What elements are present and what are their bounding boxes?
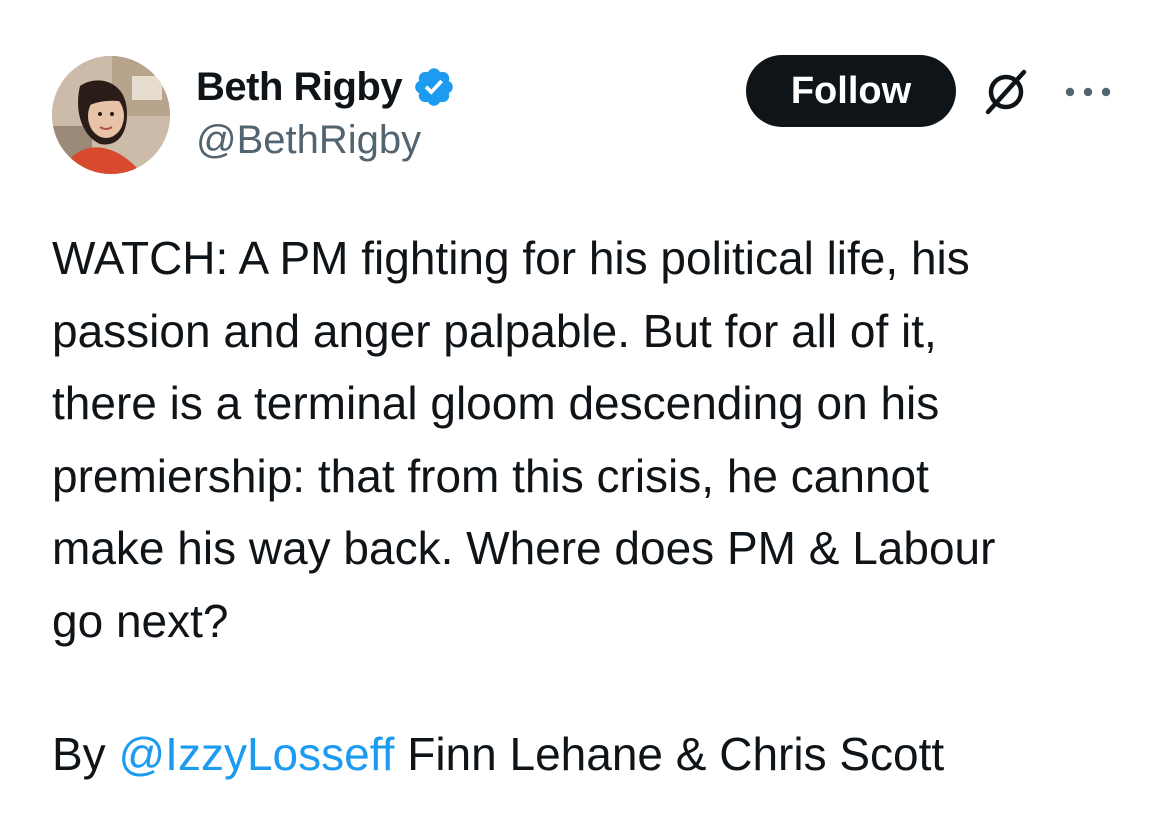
tweet-card: Beth Rigby @BethRigby Follow WATCH: A PM… [0,0,1170,822]
author-handle[interactable]: @BethRigby [196,118,421,163]
author-display-name[interactable]: Beth Rigby [196,65,403,110]
grok-icon[interactable] [978,64,1034,120]
byline-prefix: By [52,728,119,780]
avatar-photo [52,56,170,174]
follow-button[interactable]: Follow [746,55,956,127]
author-name-row: Beth Rigby [196,60,456,114]
mention-link[interactable]: @IzzyLosseff [118,728,394,780]
more-options-icon[interactable] [1060,76,1116,108]
tweet-byline: By @IzzyLosseff Finn Lehane & Chris Scot… [52,718,944,790]
byline-suffix: Finn Lehane & Chris Scott [394,728,945,780]
tweet-text: WATCH: A PM fighting for his political l… [52,232,996,647]
avatar[interactable] [52,56,170,174]
verified-badge-icon[interactable] [412,65,456,109]
